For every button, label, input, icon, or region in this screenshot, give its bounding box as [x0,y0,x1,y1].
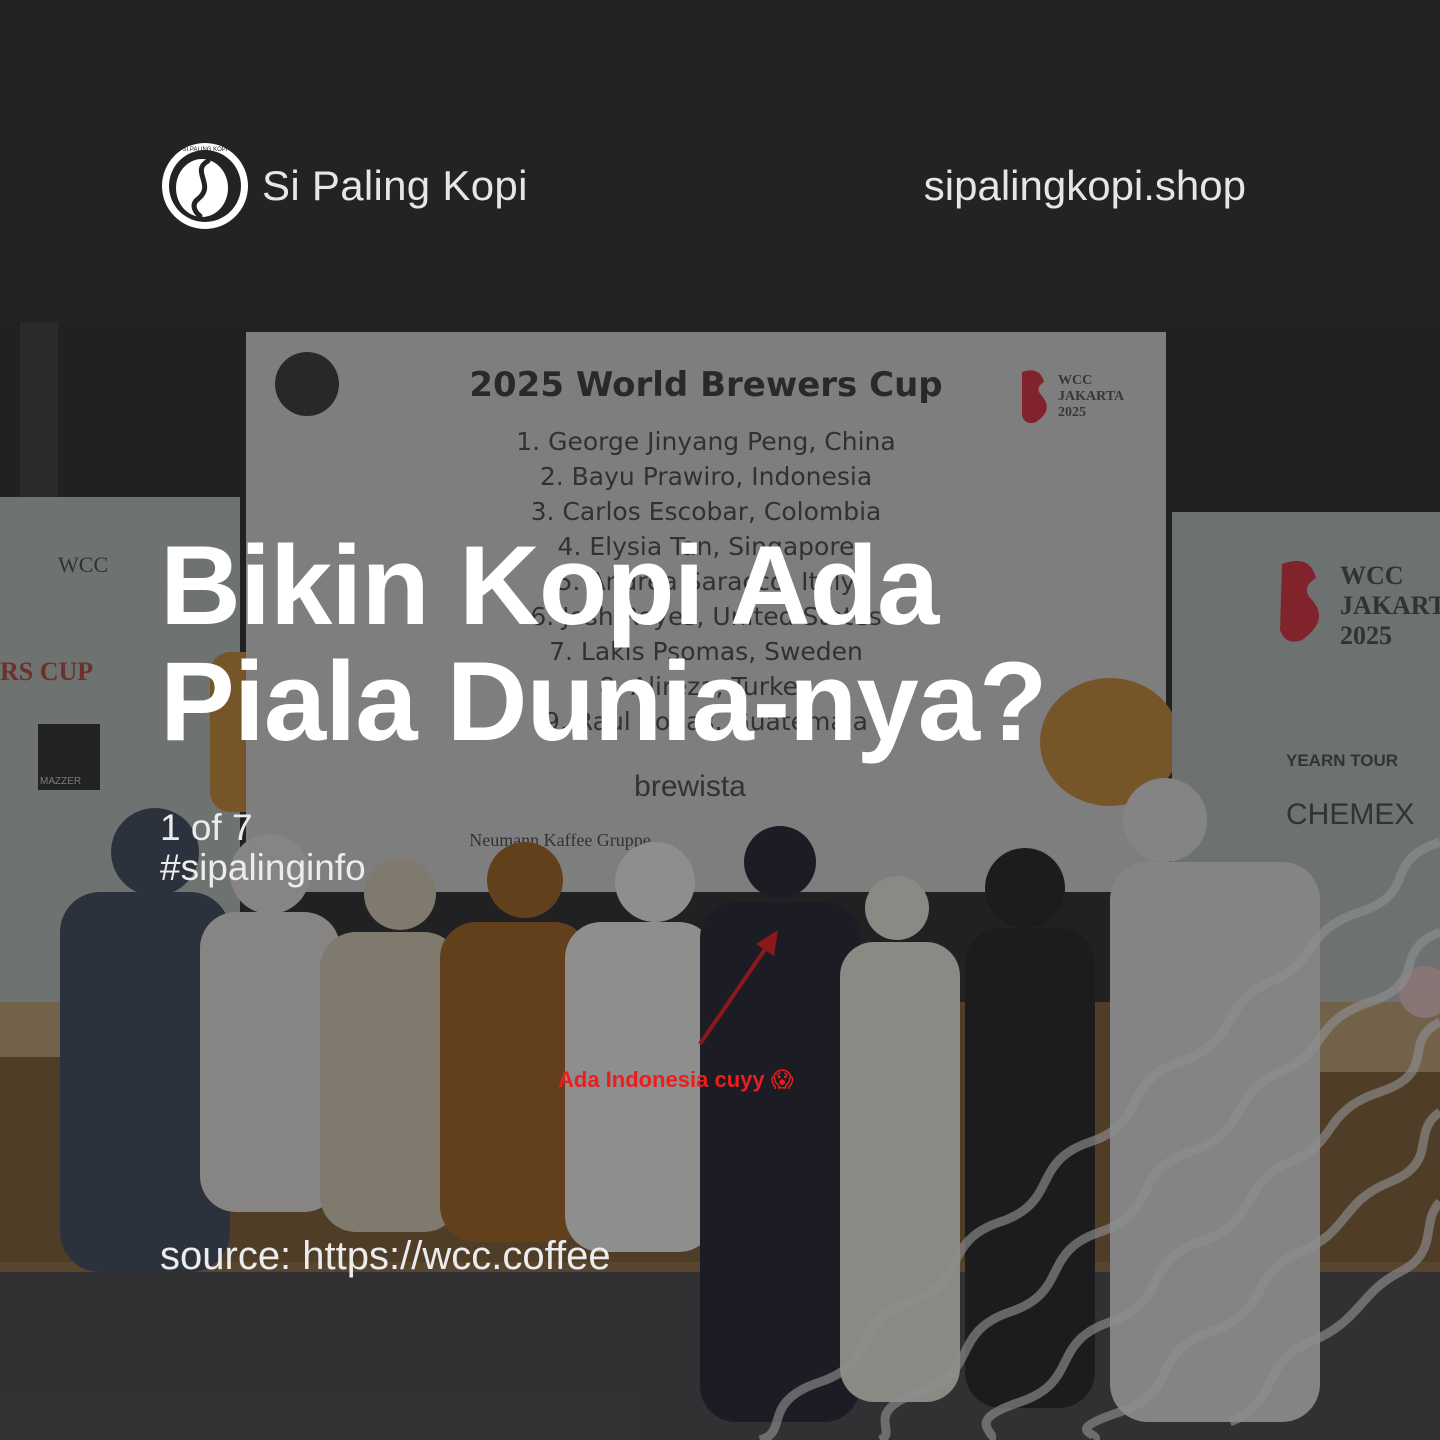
brand: SI PALING KOPI Si Paling Kopi [160,141,528,231]
slide-counter: 1 of 7 [160,807,253,848]
header-bar: SI PALING KOPI Si Paling Kopi sipalingko… [0,0,1440,322]
coffee-bean-logo-icon: SI PALING KOPI [162,143,248,229]
photo-annotation: Ada Indonesia cuyy 😱 [558,1067,794,1092]
headline-line-2: Piala Dunia-nya? [160,639,1047,764]
hashtag: #sipalinginfo [160,847,366,888]
source-credit: source: https://wcc.coffee [160,1234,611,1278]
brand-name: Si Paling Kopi [262,162,528,209]
site-url: sipalingkopi.shop [923,162,1246,209]
post-headline: Bikin Kopi Ada Piala Dunia-nya? [160,528,1340,760]
logo-ring-text: SI PALING KOPI [183,147,228,153]
headline-line-1: Bikin Kopi Ada [160,523,939,648]
